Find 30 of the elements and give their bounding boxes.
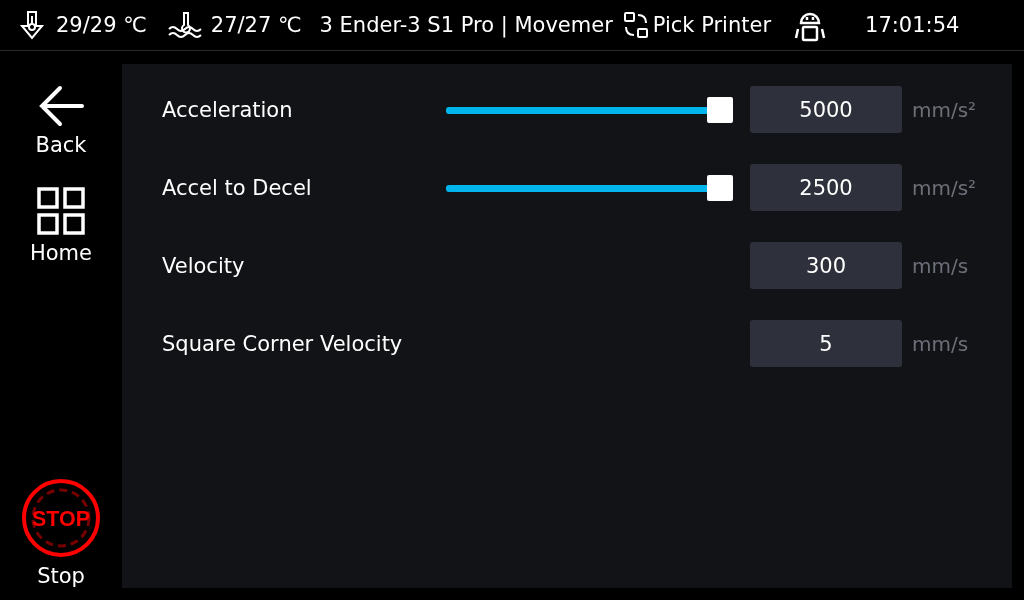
setting-label: Square Corner Velocity — [162, 331, 404, 356]
swap-icon[interactable] — [622, 11, 649, 39]
setting-label: Velocity — [162, 253, 246, 278]
heated-bed-icon — [166, 11, 205, 39]
value-field[interactable]: 5000 — [750, 86, 902, 133]
grid-icon — [37, 187, 85, 235]
stop-button[interactable]: STOP Stop — [17, 474, 105, 592]
extruder-temperature: 29/29 ℃ — [56, 13, 147, 37]
thermometer-icon — [18, 10, 46, 40]
value-field[interactable]: 5 — [750, 320, 902, 367]
back-arrow-icon — [38, 85, 84, 127]
bed-temperature: 27/27 ℃ — [210, 13, 302, 37]
unit-label: mm/s — [912, 331, 969, 356]
printer-title: 3 Ender-3 S1 Pro | Movemer — [319, 13, 613, 37]
clock-time: 17:01:54 — [865, 13, 960, 37]
back-button[interactable]: Back — [31, 81, 91, 161]
pick-printer-button[interactable]: Pick Printer — [652, 13, 772, 37]
slider-track[interactable] — [446, 174, 733, 201]
value-field[interactable]: 300 — [750, 242, 902, 289]
unit-label: mm/s² — [912, 175, 977, 200]
setting-label: Acceleration — [162, 97, 294, 122]
setting-label: Accel to Decel — [162, 175, 313, 200]
slider-track[interactable] — [446, 96, 733, 123]
stop-sign-icon: STOP — [21, 478, 101, 558]
home-button[interactable]: Home — [26, 183, 96, 269]
unit-label: mm/s — [912, 253, 969, 278]
slider-thumb[interactable] — [707, 96, 733, 123]
value-field[interactable]: 2500 — [750, 164, 902, 211]
slider-thumb[interactable] — [707, 174, 733, 201]
unit-label: mm/s² — [912, 97, 977, 122]
